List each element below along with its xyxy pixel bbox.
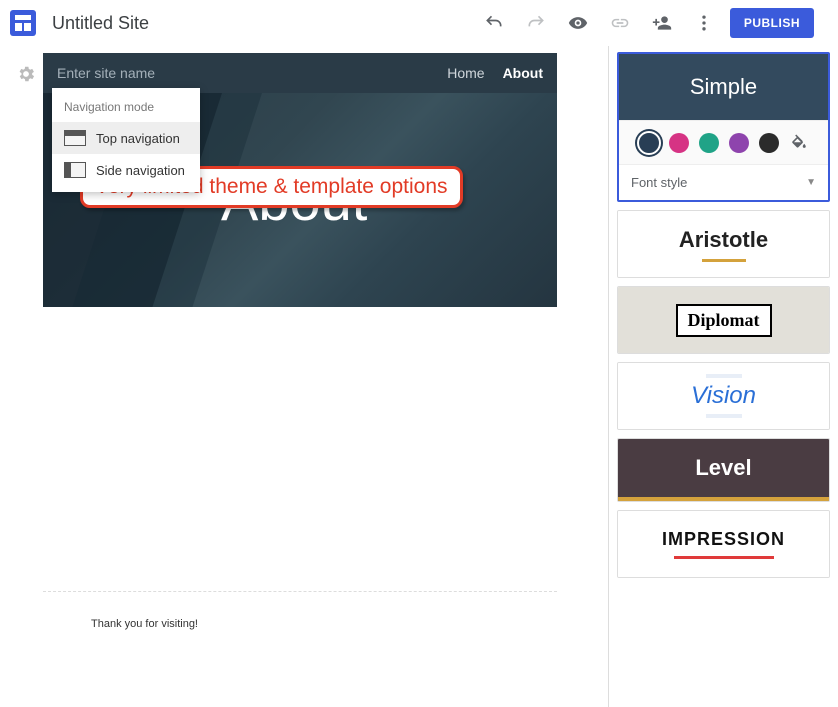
chevron-down-icon: ▼ bbox=[806, 177, 816, 188]
right-panel: INSERT PAGES THEMES Simple Font style ▼ … bbox=[608, 0, 838, 707]
page-body-section[interactable] bbox=[43, 307, 557, 592]
document-title[interactable]: Untitled Site bbox=[52, 13, 149, 34]
swatch-1[interactable] bbox=[639, 133, 659, 153]
swatch-3[interactable] bbox=[699, 133, 719, 153]
link-icon bbox=[610, 13, 630, 33]
color-swatch-row bbox=[619, 120, 828, 164]
swatch-4[interactable] bbox=[729, 133, 749, 153]
redo-icon bbox=[526, 13, 546, 33]
theme-title: Vision bbox=[691, 382, 756, 410]
site-name-input[interactable]: Enter site name bbox=[57, 65, 155, 81]
theme-diplomat[interactable]: Diplomat bbox=[617, 286, 830, 354]
theme-aristotle[interactable]: Aristotle bbox=[617, 210, 830, 278]
nav-mode-side[interactable]: Side navigation bbox=[52, 154, 200, 186]
swatch-2[interactable] bbox=[669, 133, 689, 153]
font-style-dropdown[interactable]: Font style ▼ bbox=[619, 164, 828, 200]
theme-title: IMPRESSION bbox=[662, 529, 785, 550]
theme-title: Simple bbox=[619, 54, 828, 120]
undo-icon[interactable] bbox=[484, 13, 504, 33]
theme-title: Diplomat bbox=[676, 304, 772, 337]
paint-bucket-icon[interactable] bbox=[789, 133, 809, 153]
theme-title: Level bbox=[618, 439, 829, 501]
nav-about[interactable]: About bbox=[503, 65, 543, 81]
publish-button[interactable]: PUBLISH bbox=[730, 8, 814, 38]
more-icon[interactable] bbox=[694, 13, 714, 33]
app-toolbar: Untitled Site PUBLISH bbox=[0, 0, 838, 46]
theme-simple[interactable]: Simple Font style ▼ bbox=[617, 52, 830, 202]
sites-logo-icon[interactable] bbox=[10, 10, 36, 36]
side-nav-icon bbox=[64, 162, 86, 178]
top-nav-icon bbox=[64, 130, 86, 146]
font-style-label: Font style bbox=[631, 175, 687, 190]
theme-level[interactable]: Level bbox=[617, 438, 830, 502]
theme-title: Aristotle bbox=[679, 227, 768, 253]
nav-mode-top-label: Top navigation bbox=[96, 131, 180, 146]
footer-text[interactable]: Thank you for visiting! bbox=[43, 592, 557, 656]
theme-impression[interactable]: IMPRESSION bbox=[617, 510, 830, 578]
popup-title: Navigation mode bbox=[52, 94, 200, 122]
nav-home[interactable]: Home bbox=[447, 65, 484, 81]
theme-vision[interactable]: Vision bbox=[617, 362, 830, 430]
gear-icon[interactable] bbox=[16, 64, 36, 89]
add-person-icon[interactable] bbox=[652, 13, 672, 33]
preview-icon[interactable] bbox=[568, 13, 588, 33]
nav-mode-top[interactable]: Top navigation bbox=[52, 122, 200, 154]
navigation-mode-popup: Navigation mode Top navigation Side navi… bbox=[52, 88, 200, 192]
swatch-5[interactable] bbox=[759, 133, 779, 153]
site-header-bar[interactable]: Enter site name Home About bbox=[43, 53, 557, 93]
nav-mode-side-label: Side navigation bbox=[96, 163, 185, 178]
